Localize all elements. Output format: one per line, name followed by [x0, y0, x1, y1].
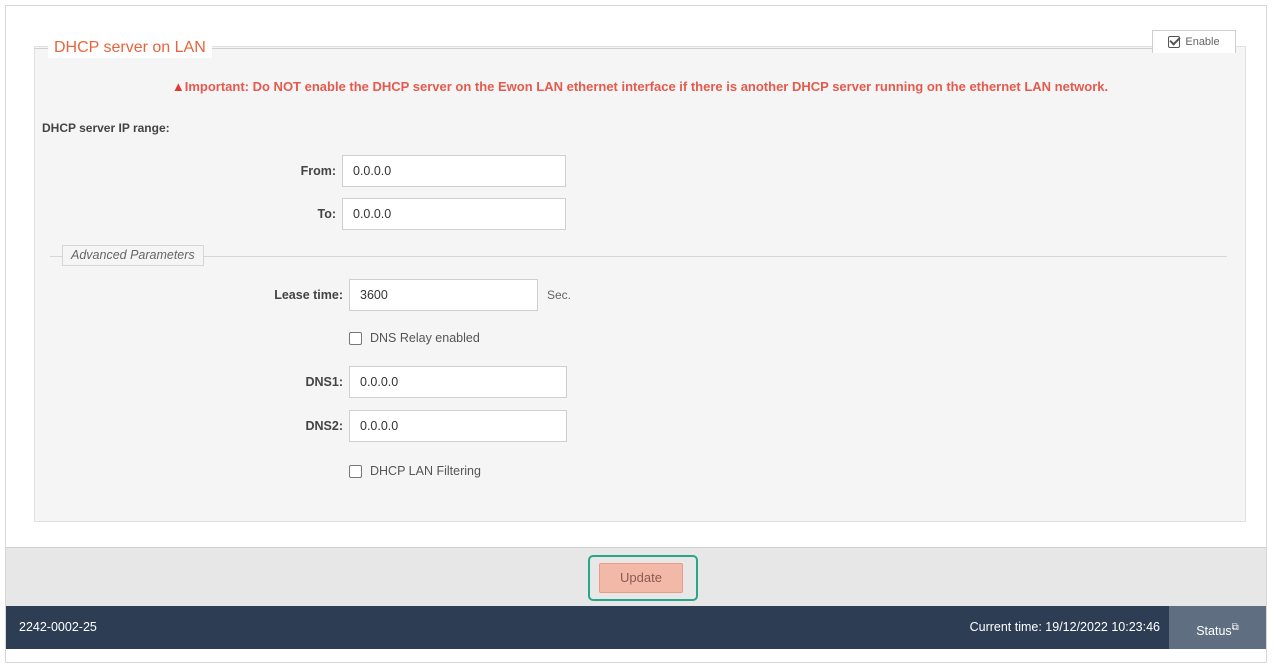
- to-ip-input[interactable]: 0.0.0.0: [342, 198, 566, 230]
- dns2-input[interactable]: 0.0.0.0: [349, 410, 567, 442]
- serial-number: 2242-0002-25: [19, 620, 97, 634]
- dns1-input[interactable]: 0.0.0.0: [349, 366, 567, 398]
- advanced-legend: Advanced Parameters: [62, 245, 204, 266]
- from-label: From:: [300, 164, 336, 178]
- checkbox-unchecked-icon: [349, 331, 362, 345]
- warning-icon: ▲: [171, 79, 185, 94]
- lease-time-label: Lease time:: [274, 288, 343, 302]
- enable-label: Enable: [1185, 36, 1220, 48]
- warning-text: Important: Do NOT enable the DHCP server…: [184, 79, 1109, 94]
- action-bar: Update: [6, 547, 1266, 607]
- to-label: To:: [317, 207, 336, 221]
- status-footer: 2242-0002-25 Current time: 19/12/2022 10…: [6, 606, 1266, 649]
- enable-toggle[interactable]: Enable: [1152, 30, 1236, 53]
- update-highlight: Update: [588, 555, 698, 601]
- ip-range-label: DHCP server IP range:: [42, 121, 170, 135]
- dns1-label: DNS1:: [305, 375, 343, 389]
- status-button[interactable]: Status⧉: [1169, 606, 1266, 649]
- dhcp-legend: DHCP server on LAN: [48, 38, 212, 58]
- lan-filtering-checkbox[interactable]: DHCP LAN Filtering: [349, 464, 481, 478]
- checkbox-checked-icon: [1168, 36, 1181, 48]
- from-ip-input[interactable]: 0.0.0.0: [342, 155, 566, 187]
- dns-relay-checkbox[interactable]: DNS Relay enabled: [349, 331, 480, 345]
- lease-unit: Sec.: [547, 288, 572, 302]
- lan-filtering-label: DHCP LAN Filtering: [370, 464, 481, 478]
- lease-time-input[interactable]: 3600: [349, 279, 538, 311]
- app-frame: DHCP server on LAN Enable ▲Important: Do…: [5, 5, 1267, 663]
- update-button[interactable]: Update: [599, 563, 683, 593]
- dns-relay-label: DNS Relay enabled: [370, 331, 480, 345]
- status-label: Status: [1196, 624, 1232, 639]
- advanced-fieldset-border: [50, 256, 1227, 257]
- checkbox-unchecked-icon: [349, 464, 362, 478]
- external-link-icon: ⧉: [1231, 622, 1239, 633]
- warning-message: ▲Important: Do NOT enable the DHCP serve…: [34, 79, 1246, 94]
- current-time: Current time: 19/12/2022 10:23:46: [969, 620, 1160, 634]
- dns2-label: DNS2:: [305, 419, 343, 433]
